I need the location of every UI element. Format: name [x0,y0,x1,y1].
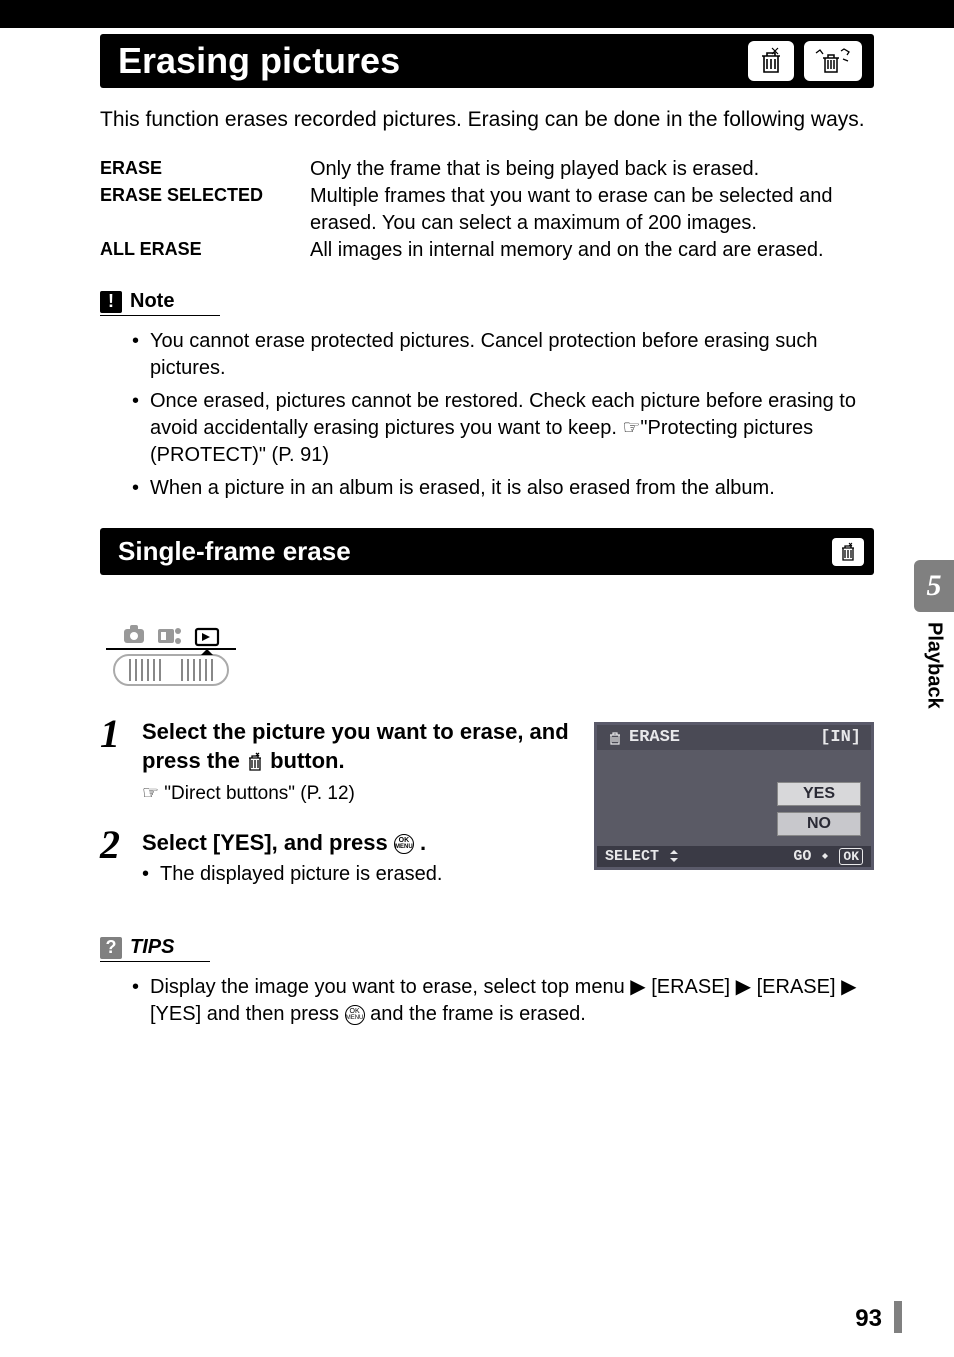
def-term: ERASE [100,156,310,183]
tips-block: ? TIPS Display the image you want to era… [100,936,874,1028]
step-title-part: Select the picture you want to erase, an… [142,719,569,773]
step-bullet-item: The displayed picture is erased. [142,863,570,886]
screen-header: ERASE [IN] [597,725,871,750]
tips-header: ? TIPS [100,936,210,962]
note-header: ! Note [100,290,220,316]
def-term: ALL ERASE [100,237,310,264]
def-term: ERASE SELECTED [100,183,310,237]
def-desc: Only the frame that is being played back… [310,156,874,183]
page-bar-decoration [894,1301,902,1333]
subsection-bar: Single-frame erase [100,528,874,575]
step-title: Select [YES], and press OKMENU . [142,829,570,858]
tips-item: Display the image you want to erase, sel… [132,974,874,1028]
tips-text-part: and the frame is erased. [370,1003,586,1025]
step-subtext: ☞ "Direct buttons" (P. 12) [142,782,570,805]
screen-header-label: ERASE [629,728,680,747]
step-bullets: The displayed picture is erased. [142,863,570,886]
note-item: Once erased, pictures cannot be restored… [132,388,874,469]
note-list: You cannot erase protected pictures. Can… [100,328,874,502]
section-title: Erasing pictures [118,40,400,82]
chapter-label: Playback [923,622,946,709]
erase-multi-icon [804,41,862,81]
erase-icon-small [832,538,864,566]
note-mark-icon: ! [100,291,122,313]
right-diamond-icon [820,851,830,861]
screen-yes-option: YES [777,782,861,806]
trash-icon [607,730,623,746]
tips-mark-icon: ? [100,937,122,959]
page-number: 93 [855,1305,882,1333]
step-row: 1 Select the picture you want to erase, … [100,714,570,804]
subsection-title: Single-frame erase [118,536,351,567]
erase-icon [748,41,794,81]
steps-column: 1 Select the picture you want to erase, … [100,714,570,906]
screen-no-option: NO [777,812,861,836]
intro-text: This function erases recorded pictures. … [100,106,874,134]
note-block: ! Note You cannot erase protected pictur… [100,290,874,502]
title-icon-group [748,41,862,81]
note-item: You cannot erase protected pictures. Can… [132,328,874,382]
side-tab: 5 Playback [914,560,954,709]
erase-button-icon [246,752,264,772]
step-number: 1 [100,714,128,804]
updown-icon [668,849,680,863]
chapter-number: 5 [914,560,954,612]
screen-footer: SELECT GO OK [597,846,871,867]
screen-footer-ok: OK [839,848,863,865]
step-number: 2 [100,825,128,887]
screen-header-right: [IN] [820,728,861,747]
definitions-table: ERASE Only the frame that is being playe… [100,156,874,264]
step-title: Select the picture you want to erase, an… [142,718,570,775]
def-desc: All images in internal memory and on the… [310,237,874,264]
camera-screen-mock: ERASE [IN] YES NO SELECT GO OK [594,722,874,870]
ok-menu-button-icon: OKMENU [394,834,414,854]
screen-footer-right: GO OK [793,848,863,865]
step-row: 2 Select [YES], and press OKMENU . The d… [100,825,570,887]
note-label: Note [130,290,174,313]
ok-menu-button-icon: OKMENU [345,1005,365,1025]
mode-dial-diagram [106,601,874,694]
section-title-bar: Erasing pictures [100,34,874,88]
screen-body: YES NO [597,750,871,846]
step-title-part: . [420,830,426,855]
step-title-part: Select [YES], and press [142,830,394,855]
screen-footer-go: GO [793,848,811,865]
note-item: When a picture in an album is erased, it… [132,475,874,502]
screen-footer-left: SELECT [605,848,680,865]
screen-footer-label: SELECT [605,848,659,865]
tips-label: TIPS [130,936,174,959]
def-desc: Multiple frames that you want to erase c… [310,183,874,237]
top-bar [0,0,954,28]
tips-list: Display the image you want to erase, sel… [100,974,874,1028]
step-title-part: button. [270,748,345,773]
